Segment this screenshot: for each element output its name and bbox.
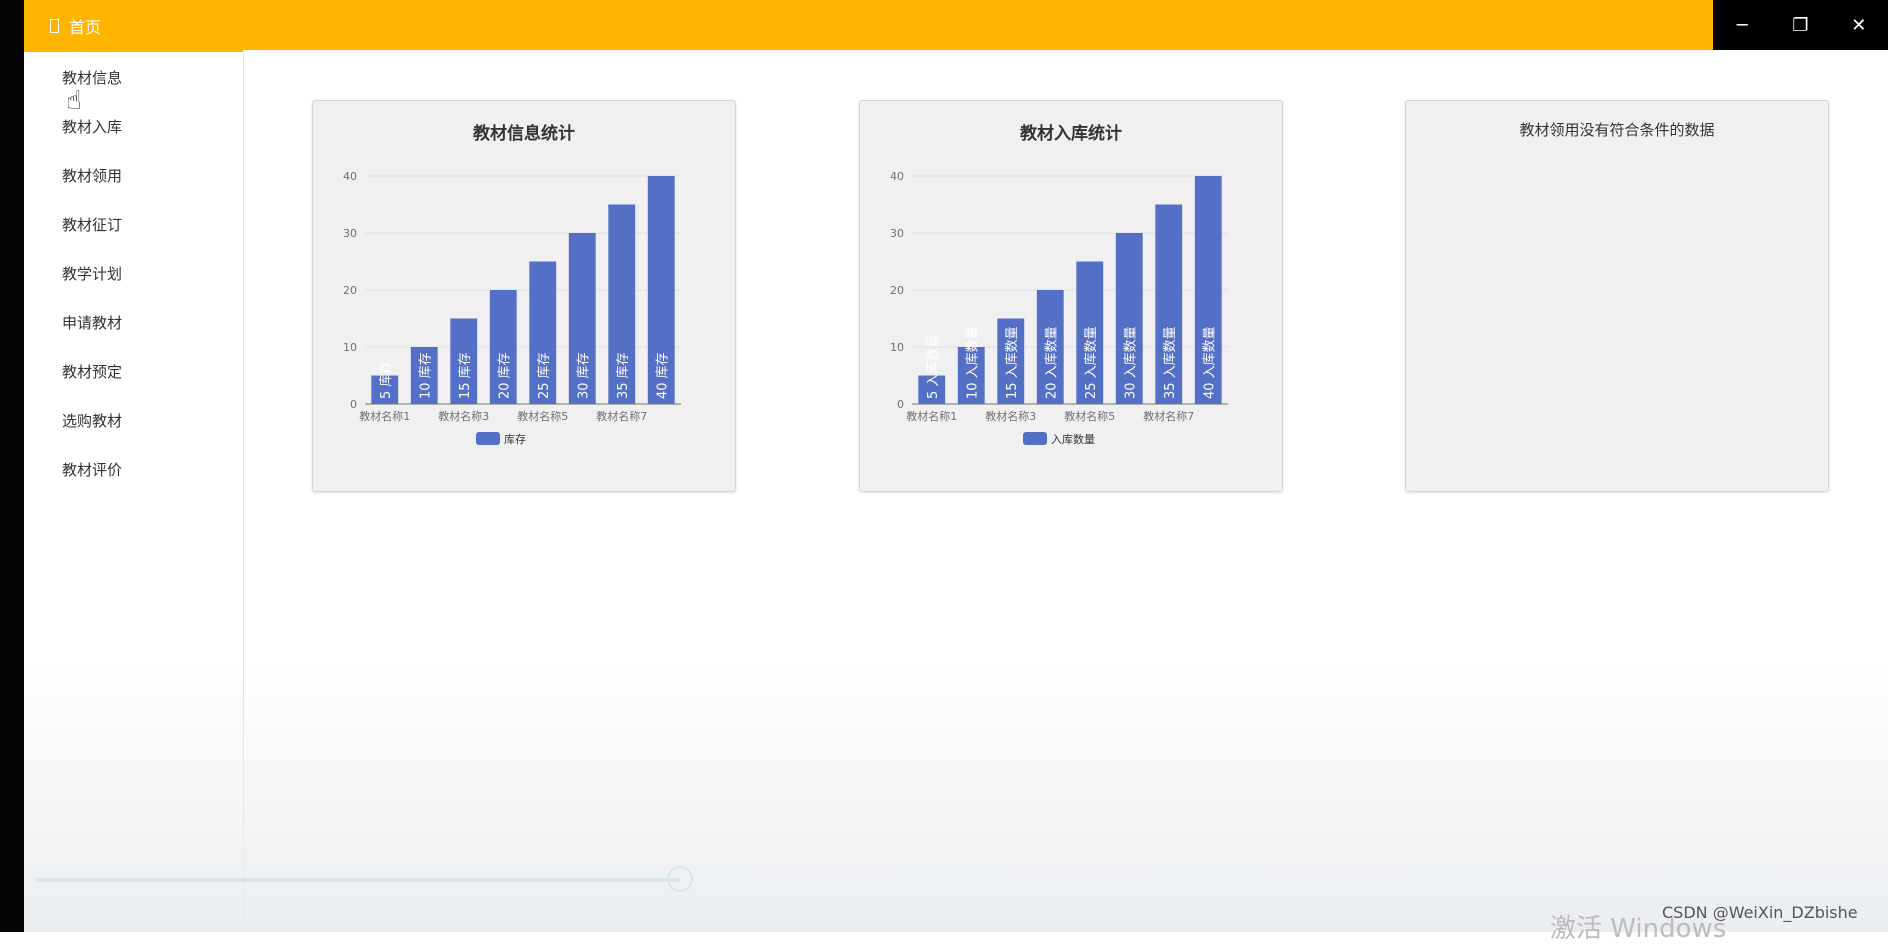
y-tick-label: 0 bbox=[897, 398, 904, 411]
hand-cursor-icon: ☝ bbox=[66, 86, 82, 116]
x-tick-label: 教材名称7 bbox=[596, 409, 647, 423]
y-tick-label: 10 bbox=[890, 341, 904, 354]
sidebar-item-textbook-info[interactable]: 教材信息 bbox=[24, 54, 243, 103]
bar-data-label: 5 库存 bbox=[378, 361, 394, 399]
sidebar-item-apply-textbook[interactable]: 申请教材 bbox=[24, 299, 243, 348]
sidebar-item-textbook-stock-in[interactable]: 教材入库 bbox=[24, 103, 243, 152]
y-tick-label: 30 bbox=[890, 227, 904, 240]
bar-chart-stock: 0 10 20 30 40 5 库存 10 库存 15 库存 20 库存 25 库存 30 库存 35… bbox=[343, 170, 681, 446]
sidebar-item-textbook-order[interactable]: 教材征订 bbox=[24, 201, 243, 250]
window-left-edge bbox=[0, 0, 24, 932]
top-bar bbox=[243, 0, 1713, 50]
window-controls: ─ ❐ ✕ bbox=[1713, 0, 1888, 50]
bar-chart-stock-in: 0 10 20 30 40 5 入库数量 10 入库数量 15 入库数量 20 入库数量 25 入… bbox=[890, 170, 1228, 446]
legend-label: 入库数量 bbox=[1051, 433, 1095, 446]
empty-data-message: 教材领用没有符合条件的数据 bbox=[1519, 121, 1715, 139]
bar-data-label: 30 库存 bbox=[575, 352, 591, 399]
bar-data-label: 5 入库数量 bbox=[925, 335, 941, 399]
bar-data-label: 30 入库数量 bbox=[1122, 326, 1138, 399]
bar-data-label: 35 入库数量 bbox=[1162, 326, 1178, 399]
watermark-text: CSDN @WeiXin_DZbishe bbox=[1662, 903, 1858, 922]
legend-swatch bbox=[1023, 432, 1047, 445]
bar-data-label: 40 入库数量 bbox=[1201, 326, 1217, 399]
bar-data-label: 20 库存 bbox=[496, 352, 512, 399]
sidebar: 首页 教材信息 教材入库 教材领用 教材征订 教学计划 申请教材 教材预定 选购… bbox=[24, 0, 244, 932]
y-tick-label: 0 bbox=[350, 398, 357, 411]
y-tick-label: 30 bbox=[343, 227, 357, 240]
x-tick-label: 教材名称5 bbox=[1064, 409, 1115, 423]
x-tick-label: 教材名称3 bbox=[985, 409, 1036, 423]
minimize-icon[interactable]: ─ bbox=[1727, 10, 1757, 40]
sidebar-item-reserve-textbook[interactable]: 教材预定 bbox=[24, 348, 243, 397]
chart-card-textbook-use: 教材领用没有符合条件的数据 bbox=[1405, 100, 1829, 492]
slider-thumb[interactable] bbox=[667, 866, 693, 892]
sidebar-item-textbook-use[interactable]: 教材领用 bbox=[24, 152, 243, 201]
y-tick-label: 20 bbox=[343, 284, 357, 297]
y-tick-label: 40 bbox=[890, 170, 904, 183]
bar-data-label: 20 入库数量 bbox=[1043, 326, 1059, 399]
sidebar-item-home[interactable]: 首页 bbox=[24, 0, 243, 52]
slider-track[interactable] bbox=[36, 878, 680, 882]
y-tick-label: 20 bbox=[890, 284, 904, 297]
bar-data-label: 10 入库数量 bbox=[964, 326, 980, 399]
bar-data-label: 15 入库数量 bbox=[1004, 326, 1020, 399]
bar-data-label: 25 入库数量 bbox=[1083, 326, 1099, 399]
y-tick-label: 10 bbox=[343, 341, 357, 354]
home-icon bbox=[50, 19, 59, 33]
close-icon[interactable]: ✕ bbox=[1844, 10, 1874, 40]
x-tick-label: 教材名称3 bbox=[438, 409, 489, 423]
bar-data-label: 10 库存 bbox=[417, 352, 433, 399]
bar-data-label: 40 库存 bbox=[654, 352, 670, 399]
bottom-fade-overlay bbox=[24, 660, 1888, 932]
chart-card-textbook-info: 教材信息统计 0 10 20 30 40 5 库存 10 库存 15 库存 20 库存 25 库存… bbox=[312, 100, 736, 492]
legend-label: 库存 bbox=[504, 432, 526, 446]
sidebar-item-purchase-textbook[interactable]: 选购教材 bbox=[24, 397, 243, 446]
chart-card-textbook-stock-in: 教材入库统计 0 10 20 30 40 5 入库数量 10 入库数量 15 入库数量 20 入… bbox=[859, 100, 1283, 492]
bar-data-label: 35 库存 bbox=[615, 352, 631, 399]
restore-icon[interactable]: ❐ bbox=[1785, 10, 1815, 40]
sidebar-item-textbook-review[interactable]: 教材评价 bbox=[24, 446, 243, 495]
x-tick-label: 教材名称1 bbox=[359, 409, 410, 423]
bar-data-label: 25 库存 bbox=[536, 352, 552, 399]
sidebar-item-teaching-plan[interactable]: 教学计划 bbox=[24, 250, 243, 299]
legend-swatch bbox=[476, 432, 500, 445]
bar-data-label: 15 库存 bbox=[457, 352, 473, 399]
sidebar-item-label: 首页 bbox=[69, 18, 102, 37]
x-tick-label: 教材名称7 bbox=[1143, 409, 1194, 423]
x-tick-label: 教材名称1 bbox=[906, 409, 957, 423]
y-tick-label: 40 bbox=[343, 170, 357, 183]
x-tick-label: 教材名称5 bbox=[517, 409, 568, 423]
